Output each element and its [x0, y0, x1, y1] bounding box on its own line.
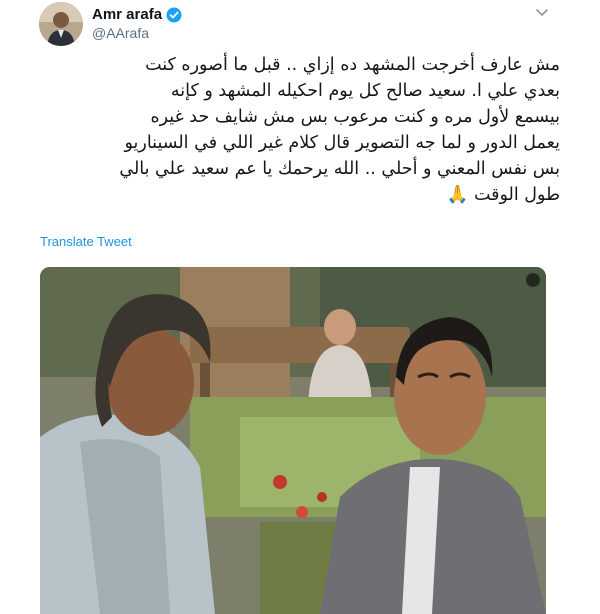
tweet-text: مش عارف أخرجت المشهد ده إزاي .. قبل ما أ…: [30, 52, 560, 208]
author-avatar[interactable]: [39, 2, 83, 46]
tweet-card: Amr arafa @AArafa مش عارف أخرجت المشهد د…: [0, 0, 600, 614]
tweet-line: يعمل الدور و لما جه التصوير قال كلام غير…: [124, 133, 560, 153]
tweet-line: بعدي علي ا. سعيد صالح كل يوم احكيله المش…: [170, 81, 560, 101]
tweet-line: طول الوقت 🙏: [446, 185, 560, 205]
media-expand-icon[interactable]: [526, 273, 540, 287]
verified-badge-icon: [166, 7, 182, 23]
author-handle[interactable]: @AArafa: [92, 25, 149, 41]
tweet-line: بس نفس المعني و أحلي .. الله يرحمك يا عم…: [119, 159, 560, 179]
tweet-media-image[interactable]: [40, 267, 546, 614]
translate-tweet-link[interactable]: Translate Tweet: [40, 234, 132, 249]
author-name[interactable]: Amr arafa: [92, 6, 182, 23]
author-name-text[interactable]: Amr arafa: [92, 6, 162, 23]
chevron-down-icon[interactable]: [534, 4, 550, 20]
tweet-line: مش عارف أخرجت المشهد ده إزاي .. قبل ما أ…: [145, 55, 560, 75]
tweet-line: بيسمع لأول مره و كنت مرعوب بس مش شايف حد…: [150, 107, 560, 127]
